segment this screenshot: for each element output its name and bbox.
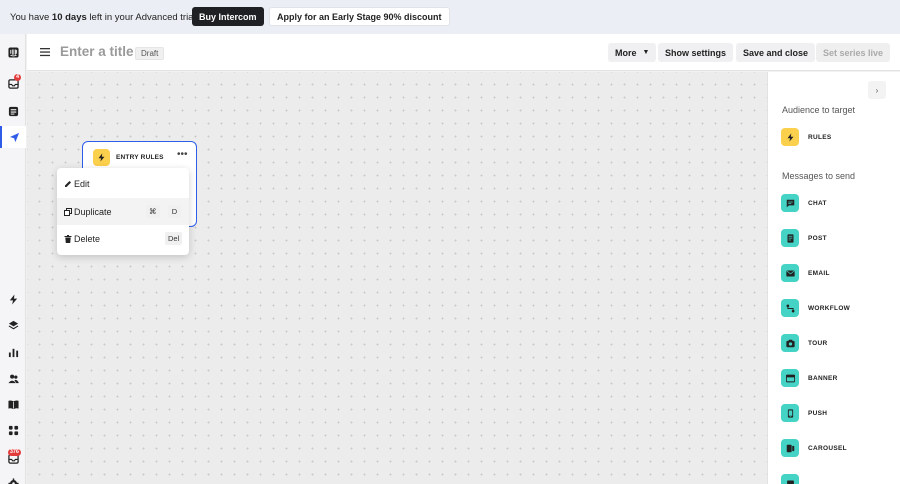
apps-icon[interactable] bbox=[0, 419, 26, 441]
trial-banner-text: You have 10 days left in your Advanced t… bbox=[10, 11, 196, 23]
palette-item-label: POST bbox=[808, 234, 827, 242]
save-and-close-button[interactable]: Save and close bbox=[736, 43, 816, 62]
lightning-icon[interactable] bbox=[0, 288, 26, 310]
shortcut-key: D bbox=[168, 205, 181, 218]
content-palette-panel: › Audience to target RULES Messages to s… bbox=[767, 72, 900, 484]
lightning-icon bbox=[781, 128, 799, 146]
caret-down-icon: ▼ bbox=[642, 49, 650, 56]
carousel-icon bbox=[781, 439, 799, 457]
email-icon bbox=[781, 264, 799, 282]
shortcut-modifier: ⌘ bbox=[146, 205, 160, 218]
palette-item-rules[interactable]: RULES bbox=[781, 128, 832, 146]
left-nav-rail: 4 376 bbox=[0, 34, 26, 484]
palette-item-label: CHAT bbox=[808, 199, 827, 207]
palette-item-workflow[interactable]: WORKFLOW bbox=[781, 299, 850, 317]
messages-heading: Messages to send bbox=[782, 171, 856, 181]
series-canvas[interactable] bbox=[27, 72, 767, 484]
menu-item-edit[interactable]: Edit bbox=[57, 170, 189, 197]
palette-item-tour[interactable]: TOUR bbox=[781, 334, 828, 352]
notifications-icon[interactable]: 376 bbox=[0, 447, 26, 469]
message-type-icon bbox=[781, 474, 799, 484]
duplicate-icon bbox=[63, 207, 73, 217]
workflow-icon bbox=[781, 299, 799, 317]
notifications-badge: 376 bbox=[7, 449, 21, 456]
palette-item-label: EMAIL bbox=[808, 269, 830, 277]
palette-item-push[interactable]: PUSH bbox=[781, 404, 827, 422]
intercom-logo-icon[interactable] bbox=[0, 41, 26, 63]
buy-intercom-button[interactable]: Buy Intercom bbox=[192, 7, 264, 26]
chevron-right-icon[interactable]: › bbox=[868, 81, 886, 99]
menu-item-delete[interactable]: Delete Del bbox=[57, 225, 189, 252]
early-stage-discount-button[interactable]: Apply for an Early Stage 90% discount bbox=[269, 7, 450, 26]
chat-icon bbox=[781, 194, 799, 212]
status-badge: Draft bbox=[135, 47, 165, 60]
book-icon[interactable] bbox=[0, 393, 26, 415]
people-icon[interactable] bbox=[0, 367, 26, 389]
palette-item-carousel[interactable]: CAROUSEL bbox=[781, 439, 847, 457]
inbox-icon[interactable]: 4 bbox=[0, 72, 26, 94]
menu-item-label: Edit bbox=[74, 178, 90, 189]
palette-item-label: WORKFLOW bbox=[808, 304, 851, 312]
palette-item-label: BANNER bbox=[808, 374, 838, 382]
show-settings-button[interactable]: Show settings bbox=[658, 43, 734, 62]
settings-icon[interactable] bbox=[0, 472, 26, 484]
menu-item-label: Delete bbox=[74, 233, 101, 244]
outbound-icon[interactable] bbox=[0, 126, 26, 148]
palette-item-label: TOUR bbox=[808, 339, 828, 347]
trial-banner: You have 10 days left in your Advanced t… bbox=[0, 0, 900, 34]
audience-heading: Audience to target bbox=[782, 105, 856, 115]
more-options-icon[interactable]: ••• bbox=[177, 150, 188, 160]
tour-icon bbox=[781, 334, 799, 352]
layers-icon[interactable] bbox=[0, 314, 26, 336]
pencil-icon bbox=[63, 179, 73, 189]
shortcut-key: Del bbox=[165, 232, 183, 245]
menu-icon[interactable] bbox=[40, 47, 50, 57]
trash-icon bbox=[63, 234, 73, 244]
lightning-icon bbox=[93, 149, 110, 166]
palette-item-chat[interactable]: CHAT bbox=[781, 194, 827, 212]
menu-item-duplicate[interactable]: Duplicate ⌘ D bbox=[57, 198, 189, 225]
palette-item-label: PUSH bbox=[808, 409, 828, 417]
set-series-live-button[interactable]: Set series live bbox=[816, 43, 891, 62]
series-title-input[interactable]: Enter a title bbox=[60, 44, 134, 59]
palette-item-post[interactable]: POST bbox=[781, 229, 827, 247]
editor-header: Enter a title Draft More ▼ Show settings … bbox=[27, 34, 900, 71]
palette-item-email[interactable]: EMAIL bbox=[781, 264, 830, 282]
more-dropdown-button[interactable]: More ▼ bbox=[608, 43, 657, 62]
node-context-menu: Edit Duplicate ⌘ D Delete Del bbox=[57, 168, 189, 255]
palette-item-label: RULES bbox=[808, 133, 832, 141]
contacts-icon[interactable] bbox=[0, 100, 26, 122]
post-icon bbox=[781, 229, 799, 247]
palette-item-partial[interactable] bbox=[781, 474, 799, 484]
menu-item-label: Duplicate bbox=[74, 206, 112, 217]
palette-item-banner[interactable]: BANNER bbox=[781, 369, 838, 387]
reports-icon[interactable] bbox=[0, 341, 26, 363]
palette-item-label: CAROUSEL bbox=[808, 444, 847, 452]
node-label: ENTRY RULES bbox=[116, 154, 164, 161]
more-label: More bbox=[615, 47, 637, 58]
push-icon bbox=[781, 404, 799, 422]
inbox-badge: 4 bbox=[13, 74, 21, 81]
banner-icon bbox=[781, 369, 799, 387]
